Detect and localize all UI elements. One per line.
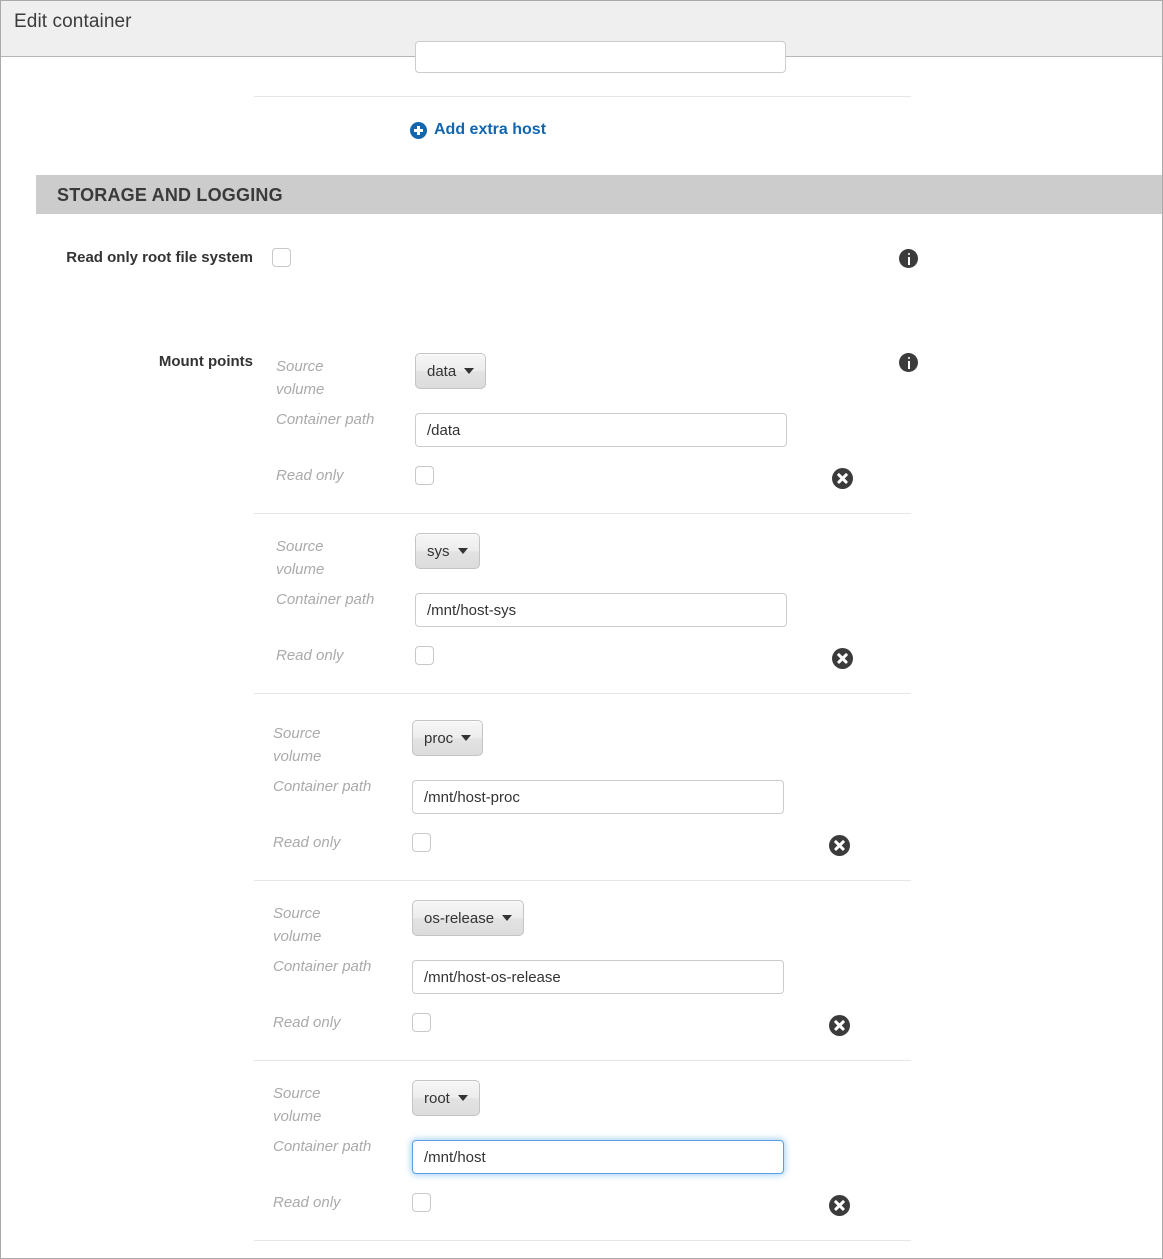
chevron-down-icon xyxy=(457,1095,468,1101)
source-volume-value: root xyxy=(424,1089,450,1107)
add-extra-host-label: Add extra host xyxy=(434,121,547,138)
container-path-input[interactable] xyxy=(412,960,784,994)
source-volume-label: Source volume xyxy=(273,725,322,765)
read-only-label: Read only xyxy=(273,1194,341,1211)
mount-read-only-checkbox[interactable] xyxy=(412,1013,431,1032)
container-path-label: Container path xyxy=(273,958,372,975)
remove-mount-point-button[interactable] xyxy=(832,648,853,669)
remove-mount-point-button[interactable] xyxy=(829,835,850,856)
source-volume-label: Source volume xyxy=(273,1085,322,1125)
read-only-label: Read only xyxy=(276,647,344,664)
section-title: STORAGE AND LOGGING xyxy=(57,185,283,205)
read-only-root-info-icon[interactable] xyxy=(899,249,918,268)
read-only-root-checkbox[interactable] xyxy=(272,248,291,267)
mount-row-separator xyxy=(254,880,911,881)
source-volume-value: data xyxy=(427,362,457,380)
container-path-label: Container path xyxy=(273,778,372,795)
source-volume-dropdown[interactable]: proc xyxy=(412,720,484,756)
source-volume-label: Source volume xyxy=(276,538,325,578)
source-volume-value: proc xyxy=(424,729,454,747)
mount-points-label: Mount points xyxy=(158,353,253,370)
read-only-root-label: Read only root file system xyxy=(66,249,253,266)
mount-row-separator xyxy=(254,1240,911,1241)
mount-row-separator xyxy=(254,513,911,514)
mount-row-separator xyxy=(254,693,911,694)
container-path-input[interactable] xyxy=(415,593,787,627)
extra-host-input-partial[interactable] xyxy=(415,41,786,73)
container-path-label: Container path xyxy=(273,1138,372,1155)
window-title: Edit container xyxy=(14,11,132,32)
remove-mount-point-button[interactable] xyxy=(832,468,853,489)
add-extra-host-button[interactable]: Add extra host xyxy=(410,119,546,141)
source-volume-label: Source volume xyxy=(276,358,325,398)
remove-mount-point-button[interactable] xyxy=(829,1195,850,1216)
source-volume-dropdown[interactable]: os-release xyxy=(412,900,525,936)
read-only-label: Read only xyxy=(276,467,344,484)
mount-read-only-checkbox[interactable] xyxy=(412,1193,431,1212)
edit-container-window: Edit container Add extra host STORAGE AN… xyxy=(0,0,1163,1259)
chevron-down-icon xyxy=(461,735,472,741)
mount-read-only-checkbox[interactable] xyxy=(415,466,434,485)
chevron-down-icon xyxy=(502,915,513,921)
chevron-down-icon xyxy=(464,368,475,374)
source-volume-dropdown[interactable]: sys xyxy=(415,533,480,569)
container-path-input[interactable] xyxy=(415,413,787,447)
container-path-input[interactable] xyxy=(412,1140,784,1174)
container-form-body: Add extra host STORAGE AND LOGGING Read … xyxy=(1,41,1162,1258)
read-only-label: Read only xyxy=(273,1014,341,1031)
remove-mount-point-button[interactable] xyxy=(829,1015,850,1036)
chevron-down-icon xyxy=(457,548,468,554)
hosts-separator xyxy=(254,96,911,97)
plus-circle-icon xyxy=(410,121,427,139)
read-only-label: Read only xyxy=(273,834,341,851)
container-path-label: Container path xyxy=(276,591,375,608)
mount-read-only-checkbox[interactable] xyxy=(415,646,434,665)
source-volume-dropdown[interactable]: root xyxy=(412,1080,480,1116)
source-volume-value: sys xyxy=(427,542,450,560)
container-path-input[interactable] xyxy=(412,780,784,814)
mount-row-separator xyxy=(254,1060,911,1061)
mount-points-info-icon[interactable] xyxy=(899,353,918,372)
storage-and-logging-section-header: STORAGE AND LOGGING xyxy=(36,175,1162,214)
source-volume-value: os-release xyxy=(424,909,495,927)
container-path-label: Container path xyxy=(276,411,375,428)
source-volume-dropdown[interactable]: data xyxy=(415,353,487,389)
source-volume-label: Source volume xyxy=(273,905,322,945)
mount-read-only-checkbox[interactable] xyxy=(412,833,431,852)
